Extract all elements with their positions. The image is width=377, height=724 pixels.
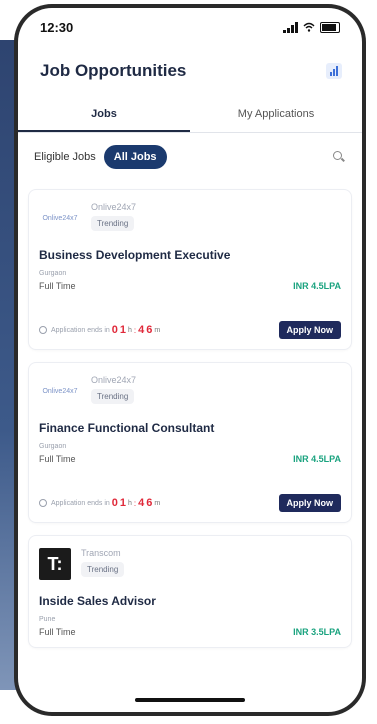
timer-digit: 1	[119, 497, 127, 509]
timer-digit: 0	[111, 497, 118, 509]
job-location: Pune	[39, 616, 56, 623]
job-meta: Full Time INR 3.5LPA	[39, 627, 341, 637]
phone-frame: 12:30 Job Opportunities Jobs My Applicat…	[14, 4, 366, 716]
job-card[interactable]: T: Transcom Trending Inside Sales Adviso…	[28, 535, 352, 648]
job-title: Inside Sales Advisor	[39, 594, 156, 608]
app-screen: 12:30 Job Opportunities Jobs My Applicat…	[18, 8, 362, 712]
timer-separator: :	[133, 498, 137, 508]
card-header: Onlive24x7 Onlive24x7 Trending	[39, 202, 341, 234]
wifi-icon	[303, 22, 315, 32]
job-location: Gurgaon	[39, 443, 67, 450]
job-type: Full Time	[39, 627, 76, 637]
filter-all-jobs[interactable]: All Jobs	[103, 145, 167, 169]
tab-bar: Jobs My Applications	[18, 98, 362, 133]
clock-icon	[39, 326, 47, 334]
job-card[interactable]: Onlive24x7 Onlive24x7 Trending Business …	[28, 189, 352, 350]
deadline: Application ends in 0 1 h : 4 6 m	[39, 324, 160, 336]
job-salary: INR 4.5LPA	[293, 281, 341, 291]
timer-digit: 6	[146, 324, 153, 336]
tab-jobs[interactable]: Jobs	[18, 98, 190, 132]
card-header: Onlive24x7 Onlive24x7 Trending	[39, 375, 341, 407]
timer-digit: 4	[138, 324, 145, 336]
job-meta: Full Time INR 4.5LPA	[39, 281, 341, 291]
job-card[interactable]: Onlive24x7 Onlive24x7 Trending Finance F…	[28, 362, 352, 523]
tab-my-applications[interactable]: My Applications	[190, 98, 362, 132]
card-footer: Application ends in 0 1 h : 4 6 m Apply …	[39, 321, 341, 339]
job-type: Full Time	[39, 454, 76, 464]
timer-unit: h	[128, 499, 132, 507]
status-time: 12:30	[40, 19, 74, 35]
company-name: Transcom	[81, 548, 121, 558]
company-name: Onlive24x7	[91, 202, 137, 212]
deadline: Application ends in 0 1 h : 4 6 m	[39, 497, 160, 509]
clock-icon	[39, 499, 47, 507]
job-list: Onlive24x7 Onlive24x7 Trending Business …	[18, 189, 362, 648]
trending-badge: Trending	[91, 216, 135, 231]
timer-unit: m	[154, 326, 161, 334]
apply-now-button[interactable]: Apply Now	[278, 494, 341, 512]
company-logo: T:	[39, 548, 71, 580]
company-logo: Onlive24x7	[42, 387, 78, 395]
timer-unit: m	[154, 499, 161, 507]
deadline-label: Application ends in	[51, 326, 110, 334]
job-salary: INR 3.5LPA	[293, 627, 341, 637]
search-icon[interactable]	[332, 150, 346, 164]
timer-separator: :	[133, 325, 137, 335]
card-footer: Application ends in 0 1 h : 4 6 m Apply …	[39, 494, 341, 512]
job-location: Gurgaon	[39, 270, 67, 277]
deadline-label: Application ends in	[51, 499, 110, 507]
apply-now-button[interactable]: Apply Now	[278, 321, 341, 339]
trending-badge: Trending	[91, 389, 135, 404]
filter-eligible-jobs[interactable]: Eligible Jobs	[34, 151, 96, 163]
battery-icon	[320, 21, 340, 33]
job-title: Finance Functional Consultant	[39, 421, 215, 435]
job-title: Business Development Executive	[39, 248, 231, 262]
signal-icon	[283, 21, 298, 33]
timer-digit: 6	[146, 497, 153, 509]
job-type: Full Time	[39, 281, 76, 291]
home-indicator	[135, 698, 245, 702]
timer-digit: 1	[119, 324, 127, 336]
company-name: Onlive24x7	[91, 375, 137, 385]
job-salary: INR 4.5LPA	[293, 454, 341, 464]
timer-unit: h	[128, 326, 132, 334]
filter-row: Eligible Jobs All Jobs	[18, 133, 362, 177]
page-title: Job Opportunities	[40, 61, 187, 80]
timer-digit: 0	[111, 324, 118, 336]
card-header: T: Transcom Trending	[39, 548, 341, 580]
company-logo: Onlive24x7	[42, 214, 78, 222]
status-icons	[283, 21, 340, 33]
page-header: Job Opportunities	[18, 46, 362, 90]
job-meta: Full Time INR 4.5LPA	[39, 454, 341, 464]
stats-icon[interactable]	[326, 63, 342, 79]
trending-badge: Trending	[81, 562, 125, 577]
timer-digit: 4	[138, 497, 145, 509]
status-bar: 12:30	[18, 8, 362, 46]
